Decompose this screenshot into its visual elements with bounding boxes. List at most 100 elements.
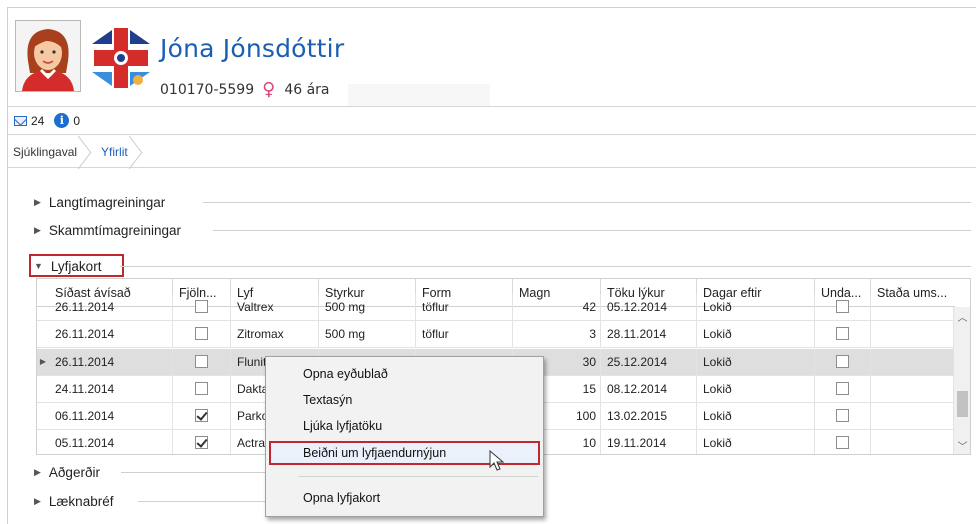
checkbox[interactable] bbox=[195, 327, 208, 341]
cell-toku-lykur: 13.02.2015 bbox=[601, 403, 697, 429]
cell-toku-lykur: 05.12.2014 bbox=[601, 294, 697, 320]
info-icon[interactable]: i bbox=[54, 113, 70, 128]
cell-fjoln[interactable] bbox=[173, 430, 231, 454]
section-label: Langtímagreiningar bbox=[48, 194, 166, 210]
row-header-cell[interactable] bbox=[37, 294, 49, 320]
cell-toku-lykur: 08.12.2014 bbox=[601, 376, 697, 402]
section-lyfjakort[interactable]: ▼ Lyfjakort bbox=[30, 256, 101, 276]
cell-unda[interactable] bbox=[815, 349, 871, 375]
menu-item-ljuka-lyfjatoku[interactable]: Ljúka lyfjatöku bbox=[269, 414, 540, 438]
cell-toku-lykur: 25.12.2014 bbox=[601, 349, 697, 375]
checkbox[interactable] bbox=[836, 436, 849, 450]
cell-fjoln[interactable] bbox=[173, 294, 231, 320]
scroll-up-icon[interactable]: ︿ bbox=[954, 309, 970, 324]
checkbox[interactable] bbox=[836, 409, 849, 423]
expand-arrow-icon: ▶ bbox=[34, 196, 41, 207]
cell-fjoln[interactable] bbox=[173, 349, 231, 375]
cell-unda[interactable] bbox=[815, 376, 871, 402]
info-field-background bbox=[348, 84, 490, 108]
cell-fjoln[interactable] bbox=[173, 376, 231, 402]
cell-dagar-eftir: Lokið bbox=[697, 349, 815, 375]
section-divider bbox=[120, 266, 971, 267]
grid-vertical-scrollbar[interactable]: ︿ ﹀ bbox=[953, 307, 970, 454]
section-laeknabref[interactable]: ▶ Læknabréf bbox=[30, 491, 113, 511]
cell-form: töflur bbox=[416, 294, 513, 320]
cell-styrkur: 500 mg bbox=[319, 321, 416, 347]
cell-unda[interactable] bbox=[815, 430, 871, 454]
cell-lyf: Valtrex bbox=[231, 294, 319, 320]
checkbox[interactable] bbox=[836, 382, 849, 396]
breadcrumb-item-yfirlit[interactable]: Yfirlit bbox=[91, 136, 142, 168]
checkbox[interactable] bbox=[195, 409, 208, 423]
cell-fjoln[interactable] bbox=[173, 321, 231, 347]
cell-toku-lykur: 19.11.2014 bbox=[601, 430, 697, 454]
checkbox[interactable] bbox=[836, 300, 849, 314]
cell-dagar-eftir: Lokið bbox=[697, 403, 815, 429]
row-header-cell[interactable] bbox=[37, 321, 49, 347]
section-label: Lyfjakort bbox=[50, 258, 102, 274]
info-count[interactable]: 0 bbox=[73, 114, 80, 128]
row-header-cell[interactable] bbox=[37, 403, 49, 429]
checkbox[interactable] bbox=[195, 355, 208, 369]
section-skammtimagreiningar[interactable]: ▶ Skammtímagreiningar bbox=[30, 220, 181, 240]
cell-unda[interactable] bbox=[815, 321, 871, 347]
menu-separator bbox=[298, 476, 538, 477]
cell-dagar-eftir: Lokið bbox=[697, 321, 815, 347]
cell-stada-ums bbox=[871, 294, 955, 320]
expand-arrow-icon: ▶ bbox=[34, 466, 41, 477]
cell-stada-ums bbox=[871, 376, 955, 402]
collapse-arrow-icon: ▼ bbox=[34, 261, 43, 271]
scroll-down-icon[interactable]: ﹀ bbox=[954, 438, 970, 453]
patient-info: 010170-5599 ♀ 46 ára bbox=[160, 81, 330, 99]
checkbox[interactable] bbox=[195, 300, 208, 314]
table-row[interactable]: 26.11.2014 Valtrex 500 mg töflur 42 05.12.201… bbox=[37, 294, 955, 321]
checkbox[interactable] bbox=[836, 327, 849, 341]
checkbox[interactable] bbox=[836, 355, 849, 369]
cell-unda[interactable] bbox=[815, 294, 871, 320]
section-label: Læknabréf bbox=[48, 493, 114, 509]
row-header-cell[interactable] bbox=[37, 430, 49, 454]
cell-magn: 3 bbox=[513, 321, 601, 347]
breadcrumb: Sjúklingaval Yfirlit bbox=[8, 136, 976, 168]
cell-unda[interactable] bbox=[815, 403, 871, 429]
patient-name: Jóna Jónsdóttir bbox=[160, 34, 345, 63]
menu-item-textasyn[interactable]: Textasýn bbox=[269, 388, 540, 412]
patient-avatar bbox=[15, 20, 81, 92]
cell-fjoln[interactable] bbox=[173, 403, 231, 429]
section-divider bbox=[138, 501, 273, 502]
message-count[interactable]: 24 bbox=[31, 114, 44, 128]
cell-stada-ums bbox=[871, 349, 955, 375]
medical-logo-icon bbox=[88, 22, 154, 94]
breadcrumb-item-sjuklingaval[interactable]: Sjúklingaval bbox=[8, 136, 91, 168]
menu-item-opna-lyfjakort[interactable]: Opna lyfjakort bbox=[269, 486, 540, 510]
cell-stada-ums bbox=[871, 321, 955, 347]
checkbox[interactable] bbox=[195, 382, 208, 396]
scroll-thumb[interactable] bbox=[957, 391, 968, 417]
cell-dagar-eftir: Lokið bbox=[697, 376, 815, 402]
patient-header: Jóna Jónsdóttir 010170-5599 ♀ 46 ára bbox=[8, 8, 976, 108]
cell-dagar-eftir: Lokið bbox=[697, 430, 815, 454]
section-label: Skammtímagreiningar bbox=[48, 222, 181, 238]
cell-date: 05.11.2014 bbox=[49, 430, 173, 454]
patient-id: 010170-5599 bbox=[160, 82, 255, 98]
cell-stada-ums bbox=[871, 430, 955, 454]
cell-date: 24.11.2014 bbox=[49, 376, 173, 402]
mouse-cursor-icon bbox=[489, 450, 505, 471]
section-label: Aðgerðir bbox=[48, 464, 100, 480]
cell-magn: 42 bbox=[513, 294, 601, 320]
row-header-cell[interactable]: ▶ bbox=[37, 349, 49, 375]
section-langtimagreiningar[interactable]: ▶ Langtímagreiningar bbox=[30, 192, 165, 212]
menu-item-opna-eydublad[interactable]: Opna eyðublað bbox=[269, 362, 540, 386]
cell-form: töflur bbox=[416, 321, 513, 347]
mail-icon[interactable] bbox=[14, 115, 27, 126]
cell-lyf: Zitromax bbox=[231, 321, 319, 347]
cell-date: 26.11.2014 bbox=[49, 294, 173, 320]
cell-styrkur: 500 mg bbox=[319, 294, 416, 320]
section-divider bbox=[121, 472, 273, 473]
row-header-cell[interactable] bbox=[37, 376, 49, 402]
table-row[interactable]: 26.11.2014 Zitromax 500 mg töflur 3 28.11.201… bbox=[37, 321, 955, 348]
context-menu: Opna eyðublað Textasýn Ljúka lyfjatöku B… bbox=[265, 356, 544, 517]
checkbox[interactable] bbox=[195, 436, 208, 450]
expand-arrow-icon: ▶ bbox=[34, 495, 41, 506]
section-adgerdir[interactable]: ▶ Aðgerðir bbox=[30, 462, 100, 482]
